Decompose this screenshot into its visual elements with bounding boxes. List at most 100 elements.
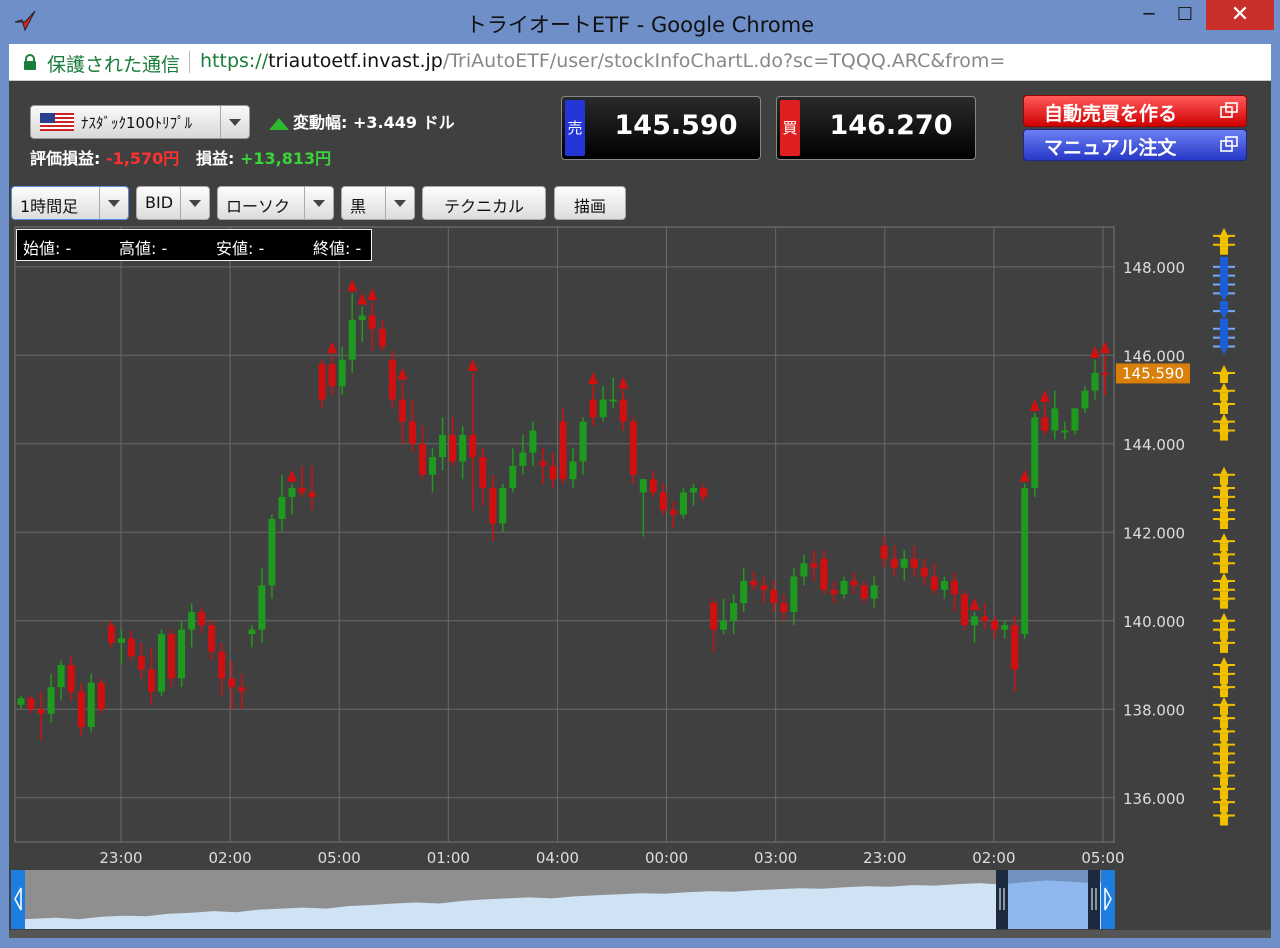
address-bar[interactable]: 保護された通信 https://triautoetf.invast.jp/Tri…	[9, 44, 1271, 81]
candle	[900, 549, 908, 581]
candle-body	[780, 603, 788, 612]
maximize-button[interactable]: ☐	[1164, 0, 1206, 30]
candle	[439, 417, 447, 471]
order-level-body	[1220, 689, 1228, 698]
price-chart[interactable]: 148.000 146.000 144.000 142.000 140.000 138.0…	[9, 81, 1271, 938]
candle	[1021, 483, 1029, 639]
candle	[1081, 386, 1089, 413]
candle	[388, 350, 396, 409]
candle	[920, 558, 928, 586]
candle	[930, 563, 938, 595]
candle-body	[429, 457, 437, 475]
candle	[679, 488, 687, 520]
candle	[338, 346, 346, 396]
candle-body	[679, 492, 687, 515]
current-price-tag: 145.590	[1116, 363, 1190, 384]
candle	[479, 448, 487, 506]
candle-body	[880, 545, 888, 559]
candle-body	[900, 558, 908, 568]
order-arrow-icon	[1219, 572, 1229, 583]
candle-body	[47, 687, 55, 714]
candle-body	[27, 698, 35, 710]
candle	[519, 434, 527, 475]
candle-body	[1091, 373, 1099, 391]
y-tick-label: 148.000	[1123, 259, 1185, 277]
candle	[850, 572, 858, 595]
candle-body	[158, 634, 166, 692]
url-text[interactable]: https://triautoetf.invast.jp/TriAutoETF/…	[200, 50, 1005, 72]
ohlc-low: 安値: -	[216, 239, 265, 258]
candle-body	[258, 585, 266, 630]
candle-body	[168, 634, 176, 679]
position-arrow-icon	[1219, 291, 1229, 302]
candle-body	[539, 461, 547, 466]
candle-body	[127, 638, 135, 657]
candle	[158, 629, 166, 696]
candle-body	[147, 669, 155, 692]
candle-body	[790, 576, 798, 612]
navigator-handle-left-grip	[996, 870, 1008, 929]
y-tick-label: 146.000	[1123, 347, 1185, 365]
candle-body	[469, 434, 477, 458]
order-level-body	[1220, 600, 1228, 609]
candle-body	[398, 399, 406, 422]
candle-body	[87, 682, 95, 727]
candle-body	[549, 465, 557, 480]
candle-body	[950, 580, 958, 595]
candle	[248, 625, 256, 648]
order-arrow-icon	[1219, 365, 1229, 376]
candle-body	[730, 603, 738, 621]
close-button[interactable]: ✕	[1206, 0, 1274, 30]
ohlc-close: 終値: -	[313, 239, 362, 258]
candle	[188, 603, 196, 648]
order-arrow-icon	[1219, 382, 1229, 393]
candle	[950, 572, 958, 612]
candle-body	[1001, 625, 1009, 630]
trade-marker-icon	[969, 597, 980, 610]
x-tick-label: 23:00	[99, 849, 142, 867]
candle	[268, 514, 276, 599]
order-level-marker	[1213, 395, 1235, 414]
position-level-marker	[1213, 283, 1235, 302]
candle	[378, 319, 386, 351]
order-level-marker	[1213, 590, 1235, 609]
candle-body	[479, 457, 487, 489]
candle	[127, 629, 135, 661]
position-arrow-icon	[1219, 309, 1229, 320]
candle-body	[850, 580, 858, 586]
candle	[790, 567, 798, 626]
x-tick-label: 00:00	[645, 849, 688, 867]
candle	[569, 448, 577, 489]
position-level-body	[1220, 256, 1228, 265]
candle-body	[810, 563, 818, 568]
candle-body	[439, 434, 447, 458]
x-tick-label: 02:00	[972, 849, 1015, 867]
candle-body	[37, 709, 45, 714]
candle-body	[609, 399, 617, 402]
candle-body	[489, 488, 497, 524]
candle	[77, 682, 85, 736]
candle-body	[77, 691, 85, 727]
candle-body	[710, 603, 718, 630]
candle	[308, 465, 316, 511]
candle-body	[1031, 417, 1039, 489]
candle	[840, 576, 848, 599]
candle	[147, 647, 155, 705]
candle-body	[388, 359, 396, 400]
candle-body	[298, 488, 306, 493]
candle-body	[459, 434, 467, 462]
candle	[960, 589, 968, 630]
position-level-body	[1220, 301, 1228, 310]
candle-body	[57, 665, 65, 688]
candle-body	[720, 620, 728, 630]
candle-body	[569, 461, 577, 480]
candle	[258, 567, 266, 643]
position-level-body	[1220, 265, 1228, 274]
candle-body	[890, 558, 898, 568]
candle	[639, 479, 647, 537]
candle	[328, 355, 336, 396]
candle	[810, 549, 818, 581]
candle	[669, 501, 677, 528]
candle	[740, 567, 748, 612]
candle-body	[268, 519, 276, 586]
